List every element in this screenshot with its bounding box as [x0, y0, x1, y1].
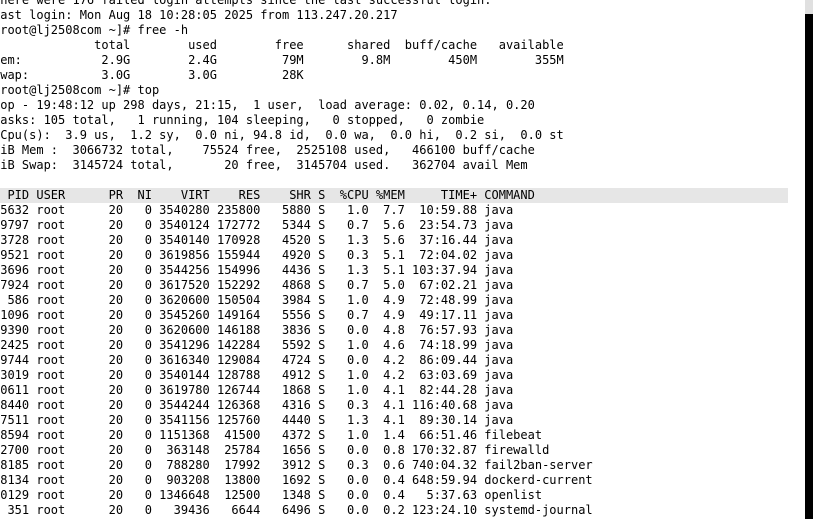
- process-table-header: PID USER PR NI VIRT RES SHR S %CPU %MEM …: [0, 188, 788, 203]
- process-row: 13019 root 20 0 3540144 128788 4912 S 1.…: [0, 368, 514, 382]
- process-row: 13728 root 20 0 3540140 170928 4520 S 1.…: [0, 233, 514, 247]
- terminal-window[interactable]: There were 176 failed login attempts sin…: [0, 0, 813, 519]
- process-row: 19521 root 20 0 3619856 155944 4920 S 0.…: [0, 248, 514, 262]
- top-cpu-line: %Cpu(s): 3.9 us, 1.2 sy, 0.0 ni, 94.8 id…: [0, 128, 564, 142]
- process-row: 12700 root 20 0 363148 25784 1656 S 0.0 …: [0, 443, 550, 457]
- process-row: 19744 root 20 0 3616340 129084 4724 S 0.…: [0, 353, 514, 367]
- prompt-top-command: [root@lj2508com ~]# top: [0, 83, 160, 97]
- process-row: 13696 root 20 0 3544256 154996 4436 S 1.…: [0, 263, 514, 277]
- prompt-free-command: [root@lj2508com ~]# free -h: [0, 23, 189, 37]
- process-row: 17511 root 20 0 3541156 125760 4440 S 1.…: [0, 413, 514, 427]
- process-row: 18185 root 20 0 788280 17992 3912 S 0.3 …: [0, 458, 593, 472]
- process-row: 10129 root 20 0 1346648 12500 1348 S 0.0…: [0, 488, 543, 502]
- process-row: 12425 root 20 0 3541296 142284 5592 S 1.…: [0, 338, 514, 352]
- free-mem-line: Mem: 2.9G 2.4G 79M 9.8M 450M 355M: [0, 53, 564, 67]
- top-tasks-line: Tasks: 105 total, 1 running, 104 sleepin…: [0, 113, 485, 127]
- process-row: 15632 root 20 0 3540280 235800 5880 S 1.…: [0, 203, 514, 217]
- top-swap-line: KiB Swap: 3145724 total, 20 free, 314570…: [0, 158, 528, 172]
- scrollbar-thumb[interactable]: [805, 14, 813, 519]
- terminal-output: There were 176 failed login attempts sin…: [0, 0, 793, 518]
- login-warning-line: There were 176 failed login attempts sin…: [0, 0, 492, 7]
- process-row: 18134 root 20 0 903208 13800 1692 S 0.0 …: [0, 473, 593, 487]
- process-row: 19797 root 20 0 3540124 172772 5344 S 0.…: [0, 218, 514, 232]
- process-row: 18440 root 20 0 3544244 126368 4316 S 0.…: [0, 398, 514, 412]
- process-row: 17924 root 20 0 3617520 152292 4868 S 0.…: [0, 278, 514, 292]
- process-row: 10611 root 20 0 3619780 126744 1868 S 1.…: [0, 383, 514, 397]
- top-uptime-line: top - 19:48:12 up 298 days, 21:15, 1 use…: [0, 98, 535, 112]
- vertical-scrollbar[interactable]: [805, 0, 813, 519]
- process-row: 11096 root 20 0 3545260 149164 5556 S 0.…: [0, 308, 514, 322]
- process-row: 351 root 20 0 39436 6644 6496 S 0.0 0.2 …: [0, 503, 593, 517]
- last-login-line: Last login: Mon Aug 18 10:28:05 2025 fro…: [0, 8, 398, 22]
- process-row: 19390 root 20 0 3620600 146188 3836 S 0.…: [0, 323, 514, 337]
- process-row: 18594 root 20 0 1151368 41500 4372 S 1.0…: [0, 428, 543, 442]
- free-header-line: total used free shared buff/cache availa…: [0, 38, 564, 52]
- top-mem-line: KiB Mem : 3066732 total, 75524 free, 252…: [0, 143, 535, 157]
- process-row: 586 root 20 0 3620600 150504 3984 S 1.0 …: [0, 293, 514, 307]
- free-swap-line: Swap: 3.0G 3.0G 28K: [0, 68, 304, 82]
